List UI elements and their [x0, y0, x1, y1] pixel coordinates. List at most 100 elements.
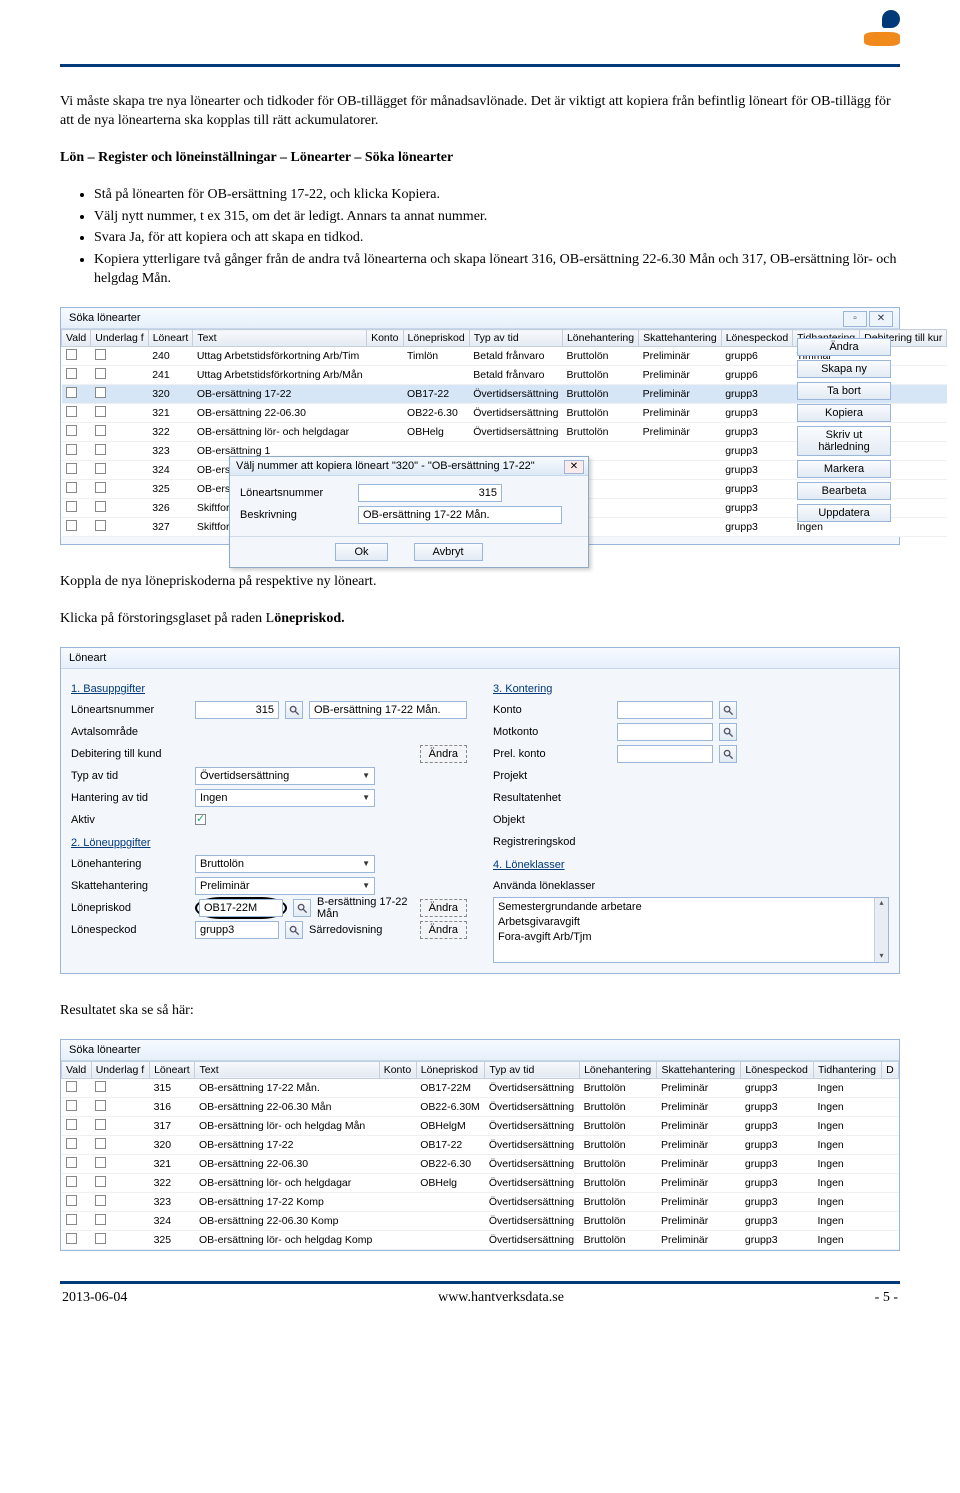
checkbox[interactable] [66, 1100, 77, 1111]
section-kontering[interactable]: 3. Kontering [493, 683, 889, 695]
checkbox[interactable] [66, 482, 77, 493]
checkbox[interactable] [95, 387, 106, 398]
ändra-button[interactable]: Ändra [797, 338, 891, 356]
checkbox[interactable] [66, 368, 77, 379]
magnifier-icon[interactable] [719, 701, 737, 719]
skriv-ut-härledning-button[interactable]: Skriv ut härledning [797, 426, 891, 456]
checkbox[interactable] [95, 1233, 106, 1244]
markera-button[interactable]: Markera [797, 460, 891, 478]
column-header[interactable]: Text [193, 330, 367, 347]
input-loneartsnummer[interactable] [195, 701, 279, 719]
column-header[interactable]: Lönepriskod [416, 1061, 485, 1078]
checkbox-aktiv[interactable]: ✓ [195, 814, 206, 825]
column-header[interactable]: Tidhantering [814, 1061, 882, 1078]
column-header[interactable]: Lönepriskod [403, 330, 469, 347]
column-header[interactable]: Lönespeckod [721, 330, 792, 347]
table-row[interactable]: 324OB-ersättning 22-06.30 KompÖvertidser… [62, 1211, 899, 1230]
checkbox[interactable] [66, 1157, 77, 1168]
checkbox[interactable] [66, 463, 77, 474]
column-header[interactable]: Typ av tid [469, 330, 562, 347]
andra-button[interactable]: Ändra [420, 921, 467, 939]
input-lonepriskod[interactable] [199, 899, 283, 917]
cancel-button[interactable]: Avbryt [414, 543, 483, 561]
input-beskrivning[interactable] [358, 506, 562, 524]
checkbox[interactable] [66, 501, 77, 512]
magnifier-icon[interactable] [285, 921, 303, 939]
table-row[interactable]: 321OB-ersättning 22-06.30OB22-6.30Överti… [62, 1154, 899, 1173]
checkbox[interactable] [95, 444, 106, 455]
checkbox[interactable] [66, 1081, 77, 1092]
column-header[interactable]: Konto [367, 330, 403, 347]
column-header[interactable]: Lönehantering [580, 1061, 657, 1078]
column-header[interactable]: Underlag f [91, 1061, 149, 1078]
select-skatt[interactable]: Preliminär▼ [195, 877, 375, 895]
skapa-ny-button[interactable]: Skapa ny [797, 360, 891, 378]
input-prel[interactable] [617, 745, 713, 763]
checkbox[interactable] [95, 1176, 106, 1187]
checkbox[interactable] [95, 368, 106, 379]
checkbox[interactable] [66, 1233, 77, 1244]
checkbox[interactable] [95, 463, 106, 474]
checkbox[interactable] [66, 1195, 77, 1206]
checkbox[interactable] [95, 349, 106, 360]
magnifier-icon[interactable] [293, 899, 311, 917]
checkbox[interactable] [95, 501, 106, 512]
input-lonespeckod[interactable] [195, 921, 279, 939]
magnifier-icon[interactable] [719, 745, 737, 763]
table-row[interactable]: 315OB-ersättning 17-22 Mån.OB17-22MÖvert… [62, 1078, 899, 1097]
loneklasser-list[interactable]: Semestergrundande arbetare Arbetsgivarav… [493, 897, 889, 963]
ok-button[interactable]: Ok [335, 543, 387, 561]
checkbox[interactable] [95, 520, 106, 531]
column-header[interactable]: Lönespeckod [741, 1061, 814, 1078]
close-icon[interactable]: ✕ [869, 311, 893, 327]
maximize-icon[interactable]: ▫ [843, 311, 867, 327]
magnifier-icon[interactable] [719, 723, 737, 741]
table-row[interactable]: 322OB-ersättning lör- och helgdagarOBHel… [62, 1173, 899, 1192]
checkbox[interactable] [66, 387, 77, 398]
checkbox[interactable] [66, 1176, 77, 1187]
checkbox[interactable] [66, 349, 77, 360]
section-loneuppgifter[interactable]: 2. Löneuppgifter [71, 837, 467, 849]
section-basuppgifter[interactable]: 1. Basuppgifter [71, 683, 467, 695]
column-header[interactable]: Vald [62, 1061, 92, 1078]
input-loneartsnummer[interactable] [358, 484, 502, 502]
checkbox[interactable] [95, 1195, 106, 1206]
input-loneart-name[interactable] [309, 701, 467, 719]
andra-button[interactable]: Ändra [420, 899, 467, 917]
column-header[interactable]: Skattehantering [639, 330, 722, 347]
select-typ[interactable]: Övertidsersättning▼ [195, 767, 375, 785]
input-konto[interactable] [617, 701, 713, 719]
checkbox[interactable] [95, 1119, 106, 1130]
select-hantering[interactable]: Ingen▼ [195, 789, 375, 807]
scrollbar[interactable] [874, 898, 888, 962]
table-row[interactable]: 316OB-ersättning 22-06.30 MånOB22-6.30MÖ… [62, 1097, 899, 1116]
column-header[interactable]: Skattehantering [657, 1061, 741, 1078]
checkbox[interactable] [95, 1138, 106, 1149]
uppdatera-button[interactable]: Uppdatera [797, 504, 891, 522]
column-header[interactable]: Typ av tid [485, 1061, 580, 1078]
checkbox[interactable] [66, 406, 77, 417]
column-header[interactable]: Text [195, 1061, 379, 1078]
column-header[interactable]: Lönehantering [562, 330, 638, 347]
checkbox[interactable] [95, 482, 106, 493]
ta-bort-button[interactable]: Ta bort [797, 382, 891, 400]
column-header[interactable]: Vald [62, 330, 91, 347]
checkbox[interactable] [95, 1081, 106, 1092]
checkbox[interactable] [95, 1214, 106, 1225]
checkbox[interactable] [95, 1100, 106, 1111]
select-lonehantering[interactable]: Bruttolön▼ [195, 855, 375, 873]
column-header[interactable]: Konto [379, 1061, 416, 1078]
table-row[interactable]: 325OB-ersättning lör- och helgdag KompÖv… [62, 1230, 899, 1249]
checkbox[interactable] [66, 520, 77, 531]
checkbox[interactable] [66, 1214, 77, 1225]
checkbox[interactable] [95, 406, 106, 417]
column-header[interactable]: D [882, 1061, 899, 1078]
column-header[interactable]: Löneart [150, 1061, 195, 1078]
checkbox[interactable] [66, 1138, 77, 1149]
table-row[interactable]: 323OB-ersättning 17-22 KompÖvertidsersät… [62, 1192, 899, 1211]
checkbox[interactable] [66, 1119, 77, 1130]
checkbox[interactable] [66, 444, 77, 455]
checkbox[interactable] [66, 425, 77, 436]
kopiera-button[interactable]: Kopiera [797, 404, 891, 422]
section-loneklasser[interactable]: 4. Löneklasser [493, 859, 889, 871]
